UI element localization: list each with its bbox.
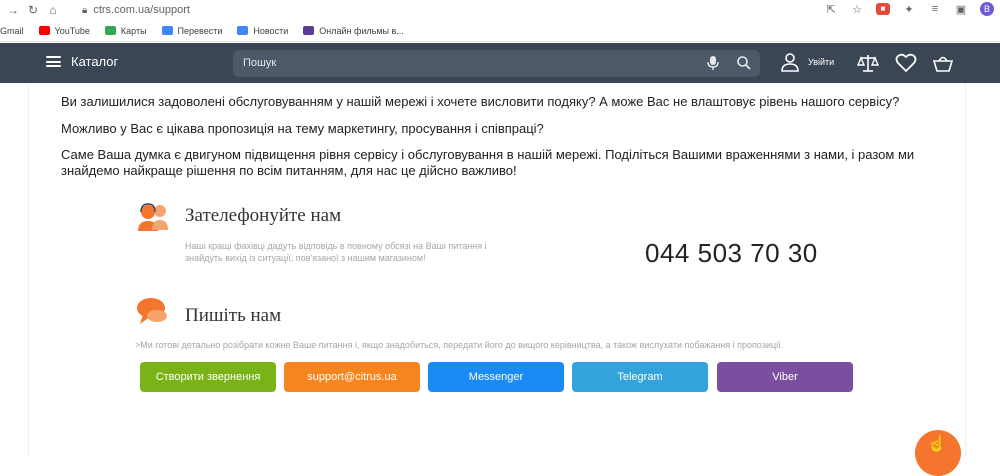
compare-icon[interactable] <box>857 53 879 73</box>
cart-icon[interactable] <box>932 53 954 73</box>
bookmark-label: Перевести <box>177 25 223 36</box>
catalog-button[interactable]: Каталог <box>46 54 118 69</box>
bookmark-label: Новости <box>253 25 289 36</box>
bookmark-label: Онлайн фильмы в... <box>319 25 404 36</box>
bookmark-favicon-icon <box>38 26 50 35</box>
write-description: >Ми готові детально розібрати кожне Ваше… <box>135 340 784 350</box>
messenger-button[interactable]: Messenger <box>428 362 564 392</box>
bookmark-label: Карты <box>120 25 147 36</box>
lock-icon[interactable]: 🔒︎ <box>82 5 87 16</box>
bookmark-favicon-icon <box>237 26 249 35</box>
home-icon[interactable]: ⌂ <box>46 3 60 17</box>
chat-bubble-icon <box>137 298 167 324</box>
bookmark-item[interactable]: Онлайн фильмы в... <box>303 26 404 36</box>
support-content: Ви залишилися задоволені обслуговуванням… <box>28 83 966 456</box>
reload-icon[interactable]: ↻ <box>26 3 40 17</box>
search-input[interactable]: Пошук <box>233 50 760 77</box>
intro-paragraph-2: Можливо у Вас є цікава пропозиція на тем… <box>61 121 544 136</box>
puzzle-icon[interactable]: ✦ <box>902 3 916 16</box>
reading-list-icon[interactable]: ≡ <box>928 3 942 15</box>
bookmark-label: YouTube <box>54 25 90 36</box>
star-icon[interactable]: ☆ <box>850 3 864 16</box>
create-ticket-button[interactable]: Створити звернення <box>140 362 276 392</box>
search-icon[interactable] <box>736 55 752 71</box>
microphone-icon[interactable] <box>706 55 720 71</box>
bookmark-favicon-icon <box>104 26 116 35</box>
cursor-hand-icon: ☝ <box>927 436 947 453</box>
support-agent-icon <box>138 203 168 231</box>
browser-actions: ⇱ ☆ ■ ✦ ≡ ▣ B <box>824 2 994 16</box>
bookmark-item[interactable]: Перевести <box>161 25 223 36</box>
bookmark-item[interactable]: Gmail <box>0 26 24 36</box>
heart-icon[interactable] <box>895 53 917 73</box>
bookmark-item[interactable]: Новости <box>237 26 288 36</box>
search-placeholder: Пошук <box>243 57 277 69</box>
chat-widget-button[interactable]: ☝ <box>915 430 961 476</box>
intro-paragraph-1: Ви залишилися задоволені обслуговуванням… <box>61 94 900 109</box>
telegram-button[interactable]: Telegram <box>572 362 708 392</box>
phone-number[interactable]: 044 503 70 30 <box>645 238 818 269</box>
call-description: Наші кращі фахівці дадуть відповідь в по… <box>185 241 487 263</box>
user-icon <box>781 53 799 72</box>
site-header: Каталог Пошук Увійти <box>0 43 1000 83</box>
share-icon[interactable]: ⇱ <box>824 3 838 16</box>
bookmarks-bar: Gmail YouTube Карты Перевести Новости Онлайн … <box>0 20 1000 42</box>
catalog-label: Каталог <box>71 54 119 69</box>
menu-icon <box>46 56 61 67</box>
profile-avatar[interactable]: B <box>980 2 994 16</box>
write-title: Пишіть нам <box>185 305 282 326</box>
bookmark-item[interactable]: YouTube <box>38 25 90 36</box>
login-button[interactable]: Увійти <box>780 52 834 72</box>
login-label: Увійти <box>808 57 835 67</box>
bookmark-item[interactable]: Карты <box>104 25 147 36</box>
intro-paragraph-3: Саме Ваша думка є двигуном підвищення рі… <box>61 147 915 178</box>
bookmark-favicon-icon <box>303 26 315 35</box>
extension-icon[interactable]: ■ <box>876 3 890 15</box>
email-support-button[interactable]: support@citrus.ua <box>284 362 420 392</box>
browser-toolbar: → ↻ ⌂ 🔒︎ ctrs.com.ua/support ⇱ ☆ ■ ✦ ≡ ▣… <box>0 0 1000 20</box>
back-icon[interactable]: → <box>6 3 20 17</box>
bookmark-label: Gmail <box>0 25 24 36</box>
call-title: Зателефонуйте нам <box>185 205 342 226</box>
sidebar-icon[interactable]: ▣ <box>954 3 968 16</box>
address-bar[interactable]: ctrs.com.ua/support <box>93 4 190 16</box>
bookmark-favicon-icon <box>161 26 173 35</box>
viber-button[interactable]: Viber <box>717 362 853 392</box>
